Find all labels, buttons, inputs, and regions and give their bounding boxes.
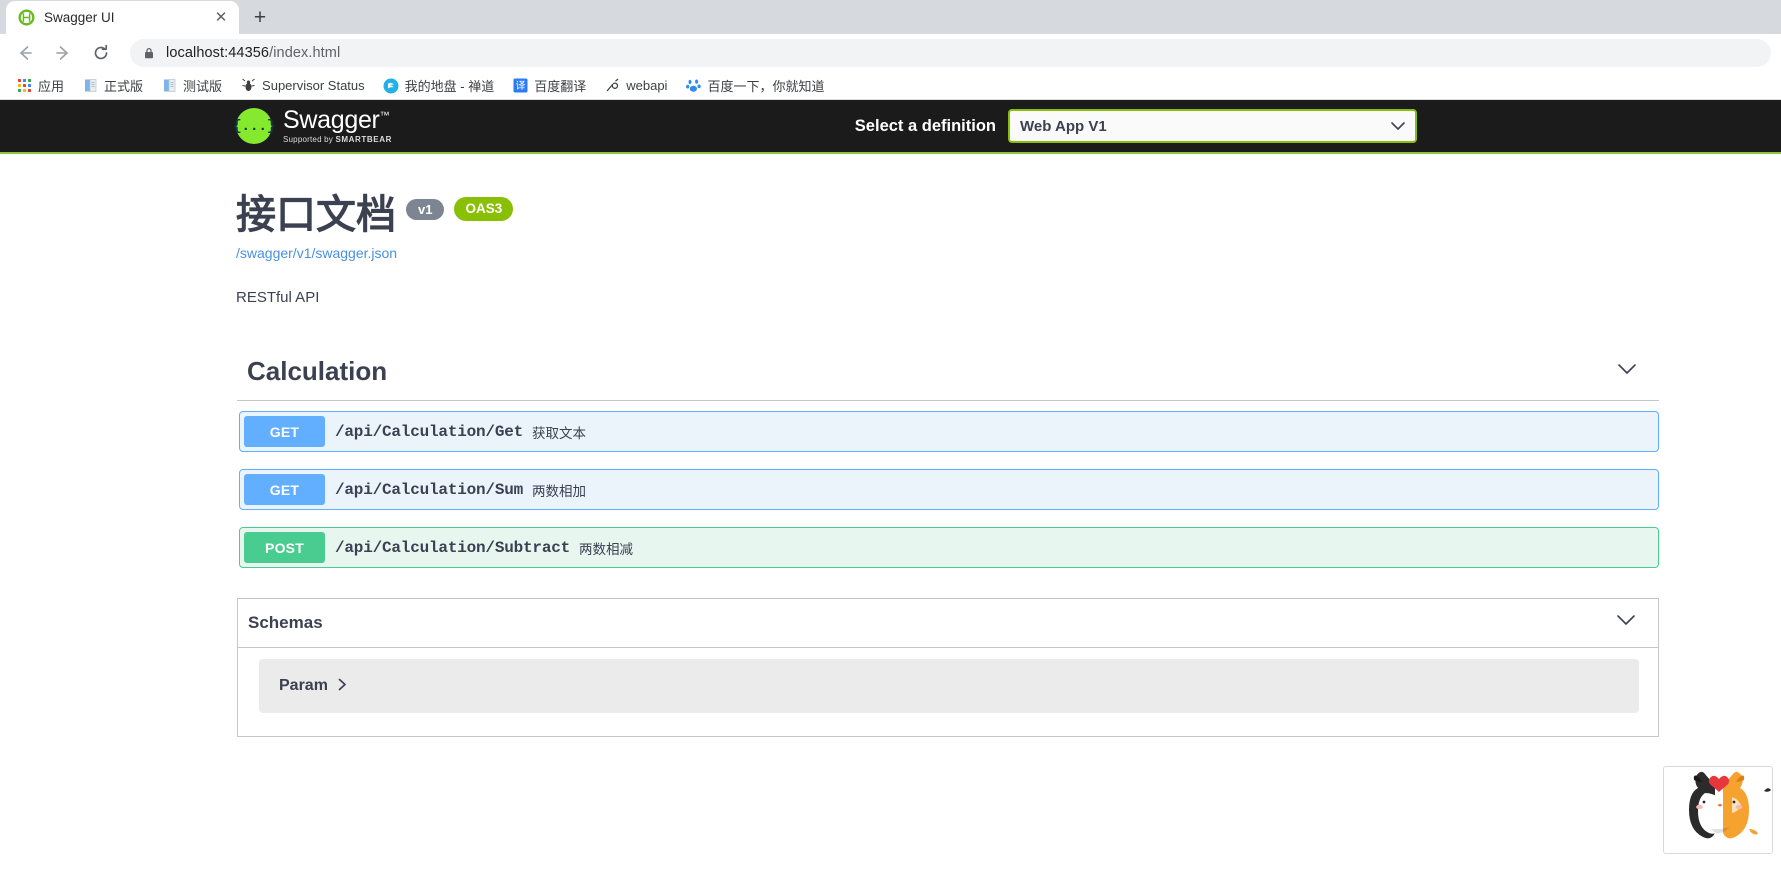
browser-toolbar: localhost:44356/index.html (0, 34, 1781, 72)
bookmark-label: 我的地盘 - 禅道 (404, 79, 495, 94)
reload-icon[interactable] (86, 38, 116, 68)
operations-list: GET /api/Calculation/Get 获取文本 GET /api/C… (237, 411, 1659, 568)
tag-section-calculation: Calculation GET /api/Calculation/Get 获取文… (237, 356, 1659, 737)
bookmark-formal[interactable]: 正式版 (74, 74, 151, 98)
tag-name: Calculation (247, 356, 388, 386)
chevron-down-icon[interactable] (1617, 362, 1637, 382)
bookmark-label: 百度翻译 (534, 79, 587, 94)
operation-row[interactable]: POST /api/Calculation/Subtract 两数相减 (239, 527, 1659, 568)
arrow-right-icon[interactable] (48, 38, 78, 68)
fanyi-icon: 译 (512, 78, 528, 94)
bookmark-label: Supervisor Status (262, 78, 365, 93)
operation-row[interactable]: GET /api/Calculation/Get 获取文本 (239, 411, 1659, 452)
zentao-icon (383, 78, 399, 94)
page-title: 接口文档 v1 OAS3 (236, 194, 1781, 236)
definition-select-value: Web App V1 (1020, 117, 1107, 135)
oas-badge: OAS3 (454, 197, 514, 221)
new-tab-button[interactable]: + (245, 2, 275, 32)
browser-window: Swagger UI ✕ + localhost:44356/index.htm… (0, 0, 1781, 884)
version-badge: v1 (406, 198, 445, 220)
close-icon[interactable]: ✕ (211, 8, 231, 28)
swagger-content: 接口文档 v1 OAS3 /swagger/v1/swagger.json RE… (0, 154, 1781, 737)
operation-path: /api/Calculation/Sum (335, 480, 524, 499)
operation-path: /api/Calculation/Get (335, 422, 524, 441)
http-method-badge: GET (244, 416, 325, 447)
tag-header[interactable]: Calculation (237, 356, 1659, 401)
operation-path: /api/Calculation/Subtract (335, 538, 571, 557)
tab-strip: Swagger UI ✕ + (0, 0, 1781, 34)
bookmark-apps[interactable]: 应用 (8, 74, 72, 98)
api-info: 接口文档 v1 OAS3 /swagger/v1/swagger.json RE… (0, 154, 1781, 306)
document-icon (161, 78, 177, 94)
cat-dog-kiss-sticker (1663, 766, 1773, 854)
address-bar-host: localhost:44356 (166, 45, 270, 61)
model-row[interactable]: Param (259, 659, 1639, 713)
webapi-icon (604, 78, 620, 94)
http-method-badge: POST (244, 532, 325, 563)
bookmarks-bar: 应用 正式版 测试版 Supervisor Status 我的地盘 - 禅道 译… (0, 72, 1781, 100)
schemas-body: Param (238, 648, 1658, 736)
chevron-down-icon (1391, 119, 1405, 134)
api-description: RESTful API (236, 289, 320, 306)
document-icon (82, 78, 98, 94)
bookmark-baidu-fanyi[interactable]: 译 百度翻译 (504, 74, 594, 98)
schemas-header[interactable]: Schemas (238, 599, 1658, 648)
address-bar[interactable]: localhost:44356/index.html (130, 39, 1771, 67)
bookmark-label: 百度一下，你就知道 (707, 79, 825, 94)
swagger-logo-name: Swagger (283, 106, 380, 134)
bookmark-webapi[interactable]: webapi (596, 74, 675, 98)
api-title-text: 接口文档 (236, 192, 396, 238)
swagger-logo[interactable]: {...} Swagger™ Supported by SMARTBEAR (233, 106, 392, 144)
bookmark-zentao[interactable]: 我的地盘 - 禅道 (375, 74, 503, 98)
operation-row[interactable]: GET /api/Calculation/Sum 两数相加 (239, 469, 1659, 510)
svg-text:译: 译 (515, 80, 525, 92)
bookmark-label: 测试版 (183, 79, 223, 94)
browser-tab[interactable]: Swagger UI ✕ (6, 1, 239, 34)
arrow-left-icon[interactable] (10, 38, 40, 68)
chevron-right-icon[interactable] (338, 678, 347, 694)
lock-icon (142, 46, 156, 60)
trademark-icon: ™ (379, 110, 390, 122)
swagger-favicon-icon (18, 9, 35, 26)
schemas-panel: Schemas Param (237, 598, 1659, 737)
schemas-title: Schemas (248, 613, 323, 632)
page-viewport: {...} Swagger™ Supported by SMARTBEAR Se… (0, 100, 1781, 884)
http-method-badge: GET (244, 474, 325, 505)
bookmark-test[interactable]: 测试版 (153, 74, 230, 98)
model-name: Param (279, 677, 328, 694)
bookmark-label: 应用 (38, 79, 65, 94)
select-definition-label: Select a definition (854, 116, 996, 135)
bookmark-label: 正式版 (104, 79, 144, 94)
bookmark-supervisor-status[interactable]: Supervisor Status (232, 74, 373, 98)
apps-grid-icon (16, 78, 32, 94)
chevron-down-icon[interactable] (1616, 613, 1636, 633)
smartbear-brand: SMARTBEAR (335, 135, 392, 144)
bookmark-label: webapi (626, 78, 668, 93)
swagger-braces-icon: {...} (233, 108, 276, 144)
baidu-icon (685, 78, 701, 94)
browser-tab-title: Swagger UI (44, 10, 115, 25)
supported-by-label: Supported by (283, 135, 333, 144)
operation-summary: 两数相加 (532, 483, 587, 500)
swagger-topbar: {...} Swagger™ Supported by SMARTBEAR Se… (0, 100, 1781, 154)
operation-summary: 两数相减 (579, 541, 634, 558)
bookmark-baidu-search[interactable]: 百度一下，你就知道 (677, 74, 832, 98)
address-bar-path: /index.html (269, 45, 341, 61)
definition-select[interactable]: Web App V1 (1008, 109, 1417, 143)
spec-url-link[interactable]: /swagger/v1/swagger.json (236, 245, 1781, 261)
supervisor-icon (240, 78, 256, 94)
operation-summary: 获取文本 (532, 425, 587, 442)
